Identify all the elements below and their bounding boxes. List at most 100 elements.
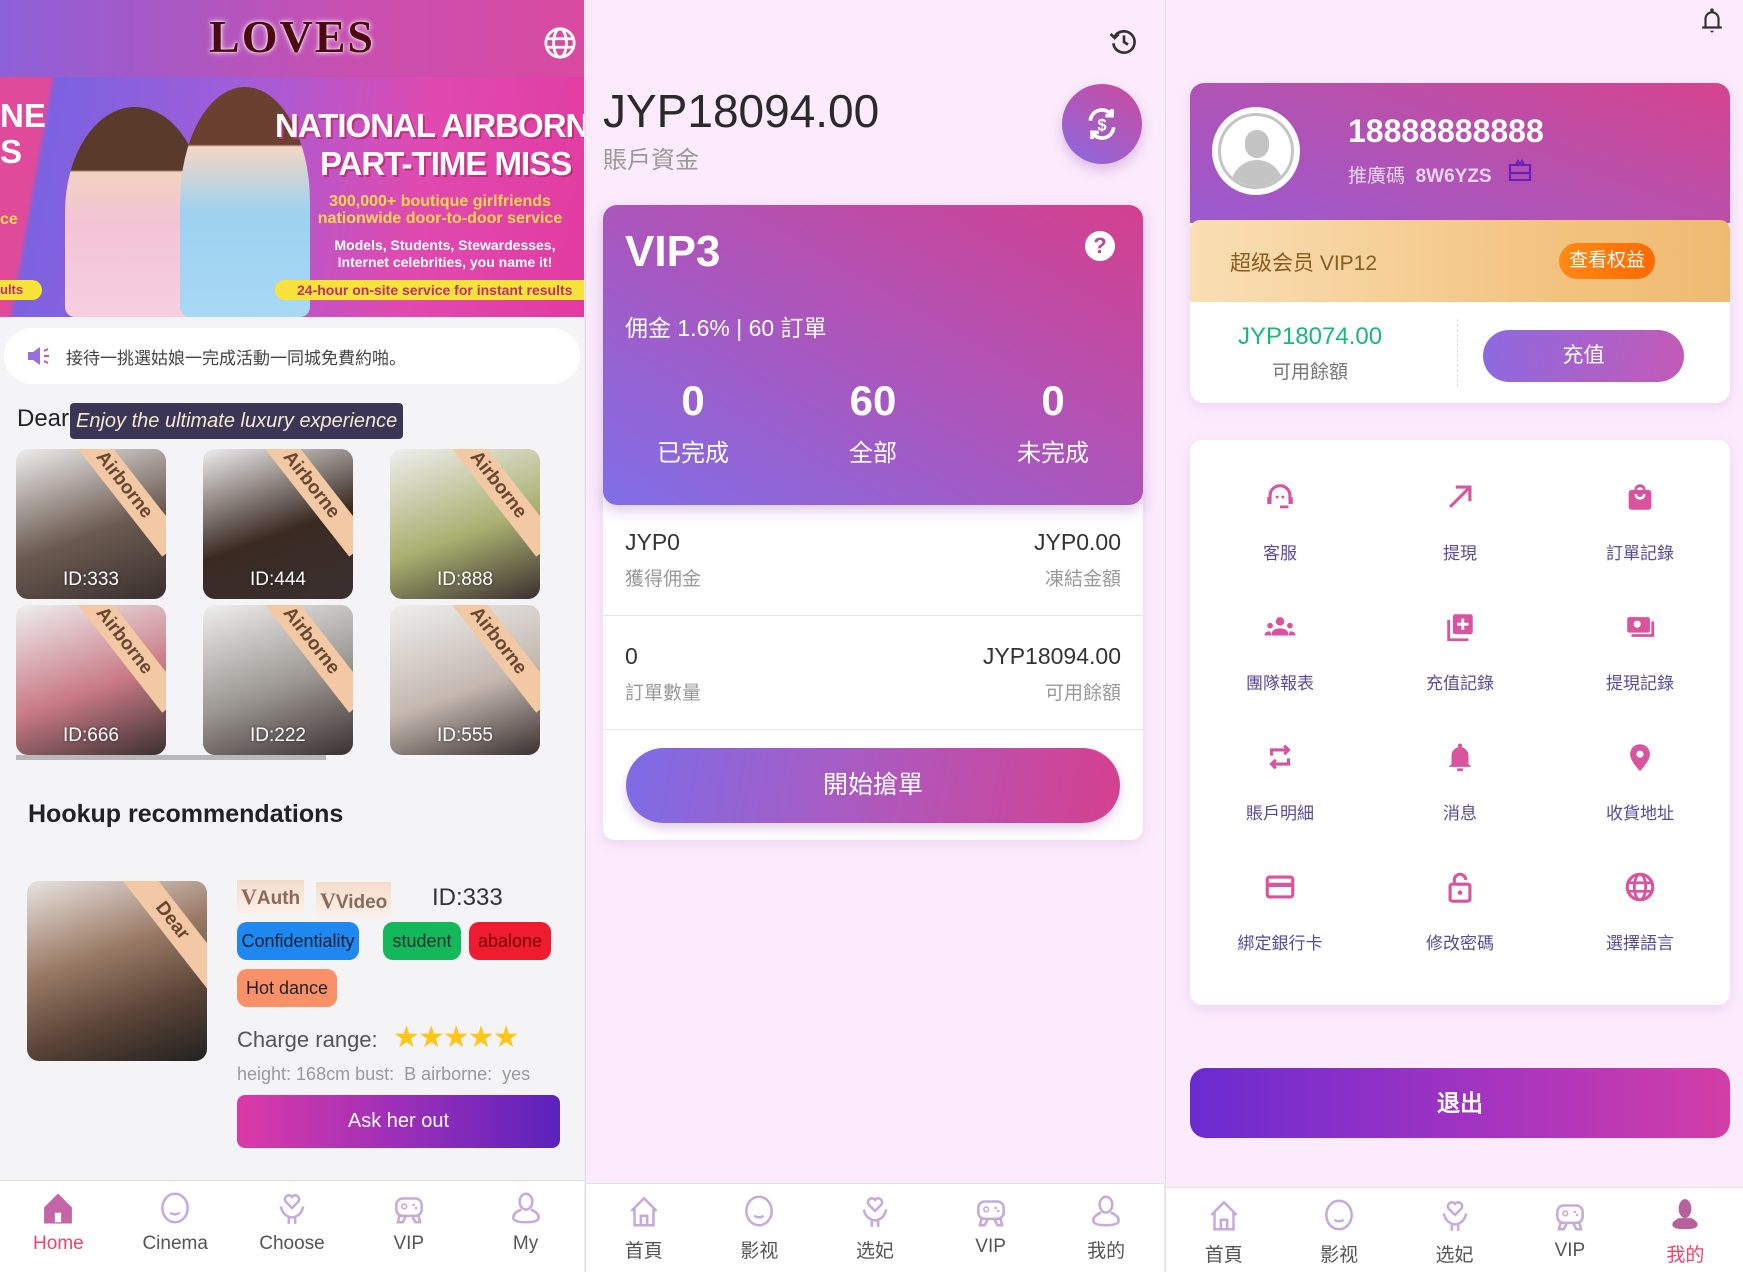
profile-card-thumb[interactable]: Airborne ID:666 — [16, 605, 166, 755]
arrow-up-right-icon — [1448, 485, 1472, 509]
menu-item[interactable]: 賬戶明細 — [1190, 740, 1370, 824]
bell-icon — [1448, 743, 1472, 772]
bottom-nav: Home Cinema Choose VIP My — [0, 1180, 584, 1272]
order-count-label: 訂單數量 — [625, 683, 702, 704]
user-icon — [511, 1192, 540, 1224]
profile-card-thumb[interactable]: Airborne ID:444 — [203, 449, 353, 599]
nav-item-2[interactable]: 选妃 — [1397, 1188, 1512, 1272]
nav-label: 我的 — [1666, 1245, 1705, 1266]
start-grab-order-button[interactable]: 開始搶單 — [626, 748, 1120, 823]
profile-card-thumb[interactable]: Airborne ID:555 — [390, 605, 540, 755]
profile-id: ID:555 — [437, 725, 493, 746]
menu-item[interactable]: 團隊報表 — [1190, 610, 1370, 694]
vip-gamepad-icon — [1555, 1204, 1584, 1231]
view-benefits-button[interactable]: 查看权益 — [1559, 243, 1655, 279]
member-level: 超级会员 VIP12 — [1230, 252, 1378, 275]
avatar[interactable] — [1212, 107, 1300, 195]
menu-item-label: 賬戶明細 — [1246, 804, 1314, 823]
video-badge: VVideo — [316, 882, 392, 916]
user-icon — [1092, 1195, 1121, 1227]
nav-item-1[interactable]: Cinema — [117, 1181, 234, 1272]
help-icon[interactable]: ? — [1085, 231, 1115, 261]
menu-item-label: 收貨地址 — [1606, 804, 1674, 823]
globe-icon[interactable] — [543, 26, 577, 60]
auth-badge: VAuth — [237, 880, 305, 914]
gift-card-icon[interactable] — [1508, 158, 1532, 182]
nav-item-1[interactable]: 影视 — [1281, 1188, 1396, 1272]
nav-item-4[interactable]: My — [467, 1181, 584, 1272]
tag-confidentiality: Confidentiality — [237, 922, 359, 960]
menu-item[interactable]: 提現記錄 — [1550, 610, 1730, 694]
menu-item[interactable]: 選擇語言 — [1550, 870, 1730, 954]
profile-id: ID:222 — [250, 725, 306, 746]
notification-bell-icon[interactable] — [1699, 6, 1725, 36]
nav-item-4[interactable]: 我的 — [1628, 1188, 1743, 1272]
speaker-icon — [28, 347, 49, 365]
vip-card: VIP3 ? 佣金 1.6% | 60 訂單 0 已完成 60 全部 0 未完成 — [603, 205, 1143, 505]
tag-hot-dance: Hot dance — [237, 969, 337, 1007]
recommend-photo[interactable]: Dear — [27, 881, 207, 1061]
order-screen: JYP18094.00 賬戶資金 $ VIP3 ? 佣金 1.6% | 60 訂… — [585, 0, 1164, 1272]
nav-item-2[interactable]: 选妃 — [817, 1184, 933, 1272]
ask-her-out-button[interactable]: Ask her out — [237, 1095, 560, 1148]
nav-item-0[interactable]: 首頁 — [586, 1184, 702, 1272]
notice-bar[interactable]: 接待一挑選姑娘一完成活動一同城免費約啪。 — [4, 328, 580, 384]
stat-uncompleted[interactable]: 0 未完成 — [963, 377, 1143, 468]
nav-label: VIP — [1554, 1240, 1586, 1261]
svg-text:$: $ — [1097, 116, 1107, 135]
nav-item-4[interactable]: 我的 — [1048, 1184, 1164, 1272]
nav-item-3[interactable]: VIP — [1512, 1188, 1627, 1272]
nav-item-2[interactable]: Choose — [234, 1181, 351, 1272]
choose-icon — [862, 1197, 888, 1227]
stat-completed[interactable]: 0 已完成 — [603, 377, 783, 468]
nav-label: 首頁 — [624, 1241, 663, 1262]
nav-item-0[interactable]: 首頁 — [1166, 1188, 1281, 1272]
order-count-value: 0 — [625, 643, 638, 669]
menu-item[interactable]: 修改密碼 — [1370, 870, 1550, 954]
logo: LOVES — [209, 11, 375, 62]
profile-card: 18888888888 推廣碼 8W6YZS 超级会员 VIP12 查看权益 J… — [1190, 83, 1730, 403]
banner-prev-text: NE — [0, 97, 46, 134]
menu-item[interactable]: 收貨地址 — [1550, 740, 1730, 824]
profile-card-thumb[interactable]: Airborne ID:888 — [390, 449, 540, 599]
horizontal-scrollbar[interactable] — [16, 755, 326, 760]
add-box-icon — [1447, 614, 1473, 642]
exchange-button[interactable]: $ — [1062, 84, 1142, 164]
promo-banner[interactable]: NE S ce ults NATIONAL AIRBORNE PART-TIME… — [0, 77, 584, 317]
nav-item-3[interactable]: VIP — [933, 1184, 1049, 1272]
profile-card-thumb[interactable]: Airborne ID:222 — [203, 605, 353, 755]
profile-screen: 18888888888 推廣碼 8W6YZS 超级会员 VIP12 查看权益 J… — [1165, 0, 1743, 1272]
menu-item-label: 訂單記錄 — [1606, 544, 1674, 563]
profile-id: ID:666 — [63, 725, 119, 746]
profile-id: ID:444 — [250, 569, 306, 590]
menu-item[interactable]: 訂單記錄 — [1550, 480, 1730, 564]
promo-code: 推廣碼 8W6YZS — [1348, 166, 1492, 187]
menu-item[interactable]: 消息 — [1370, 740, 1550, 824]
menu-card: 客服 提現 訂單記錄團隊報表 充值記錄 提現記錄賬戶明細 消息 收貨地址綁定銀行卡 修改密碼 選… — [1190, 440, 1730, 1005]
nav-item-3[interactable]: VIP — [350, 1181, 467, 1272]
frozen-value: JYP0.00 — [1034, 529, 1121, 555]
cinema-icon — [745, 1195, 774, 1227]
stat-all[interactable]: 60 全部 — [783, 377, 963, 468]
globe-icon — [1625, 872, 1655, 902]
menu-item-label: 修改密碼 — [1426, 934, 1494, 953]
banner-headline: NATIONAL AIRBORNE — [275, 107, 584, 144]
profile-card-thumb[interactable]: Airborne ID:333 — [16, 449, 166, 599]
menu-item[interactable]: 提現 — [1370, 480, 1550, 564]
nav-label: My — [512, 1233, 539, 1254]
credit-card-icon — [1265, 875, 1295, 899]
nav-item-1[interactable]: 影视 — [702, 1184, 818, 1272]
airborne-ribbon: Airborne — [63, 605, 166, 713]
menu-item[interactable]: 客服 — [1190, 480, 1370, 564]
nav-label: Home — [33, 1233, 84, 1254]
nav-label: 选妃 — [855, 1241, 894, 1262]
nav-item-0[interactable]: Home — [0, 1181, 117, 1272]
menu-item[interactable]: 充值記錄 — [1370, 610, 1550, 694]
history-icon[interactable] — [1108, 26, 1140, 58]
choose-icon — [279, 1194, 305, 1224]
logout-button[interactable]: 退出 — [1190, 1068, 1730, 1138]
recharge-button[interactable]: 充值 — [1483, 330, 1684, 382]
available-balance: JYP18074.00 — [1237, 323, 1383, 350]
menu-item[interactable]: 綁定銀行卡 — [1190, 870, 1370, 954]
menu-item-label: 提現記錄 — [1606, 674, 1674, 693]
